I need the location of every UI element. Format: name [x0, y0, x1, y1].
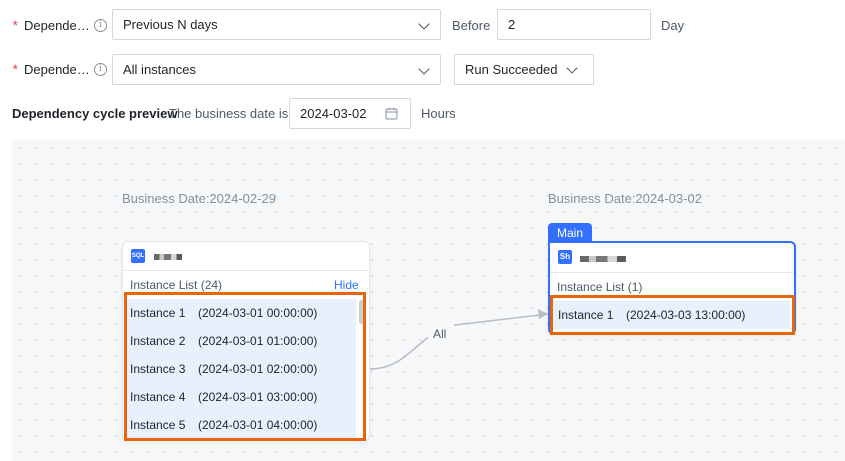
chevron-down-icon — [418, 63, 430, 75]
n-days-input[interactable]: 2 — [497, 9, 651, 40]
range-type-value: Previous N days — [123, 17, 218, 32]
main-instance-highlight — [550, 295, 795, 335]
dependency-instance-row: * Depende… i — [0, 49, 107, 89]
business-date-label: The business date is — [169, 106, 289, 121]
run-status-value: Run Succeeded — [465, 62, 558, 77]
edge-label: All — [433, 327, 447, 341]
main-business-date: Business Date:2024-03-02 — [548, 191, 702, 206]
dependency-instance-label: Depende… — [24, 61, 90, 77]
chevron-down-icon — [418, 18, 430, 30]
day-unit-label: Day — [661, 18, 685, 33]
preview-title: Dependency cycle preview — [12, 106, 178, 121]
business-date-value: 2024-03-02 — [300, 106, 367, 121]
upstream-instances-highlight — [124, 292, 366, 441]
required-mark: * — [12, 61, 18, 77]
instance-list-title: Instance List (24) — [130, 278, 223, 292]
node-name — [154, 254, 182, 260]
instance-scope-select[interactable]: All instances — [112, 54, 441, 85]
before-label: Before — [452, 18, 491, 33]
range-type-select[interactable]: Previous N days — [112, 9, 441, 40]
run-status-select[interactable]: Run Succeeded — [454, 54, 594, 85]
divider — [550, 272, 794, 273]
upstream-business-date: Business Date:2024-02-29 — [122, 191, 276, 206]
dependency-range-row: * Depende… i — [0, 5, 107, 45]
business-date-picker[interactable]: 2024-03-02 — [289, 98, 411, 129]
required-mark: * — [12, 17, 18, 33]
chevron-down-icon — [565, 61, 578, 74]
n-days-value: 2 — [508, 17, 516, 32]
instance-list-title: Instance List (1) — [557, 280, 643, 294]
instance-scope-value: All instances — [123, 62, 196, 77]
hours-label: Hours — [421, 106, 456, 121]
shell-node-icon: Sh — [558, 250, 572, 264]
hide-list-link[interactable]: Hide — [334, 278, 359, 292]
divider — [123, 270, 369, 271]
main-node-tag: Main — [548, 223, 592, 243]
node-name — [580, 256, 626, 262]
info-icon[interactable]: i — [93, 62, 107, 76]
calendar-icon — [385, 107, 398, 120]
sql-node-icon: SQL — [131, 249, 145, 263]
info-icon[interactable]: i — [93, 18, 107, 32]
dependency-range-label: Depende… — [24, 17, 90, 33]
